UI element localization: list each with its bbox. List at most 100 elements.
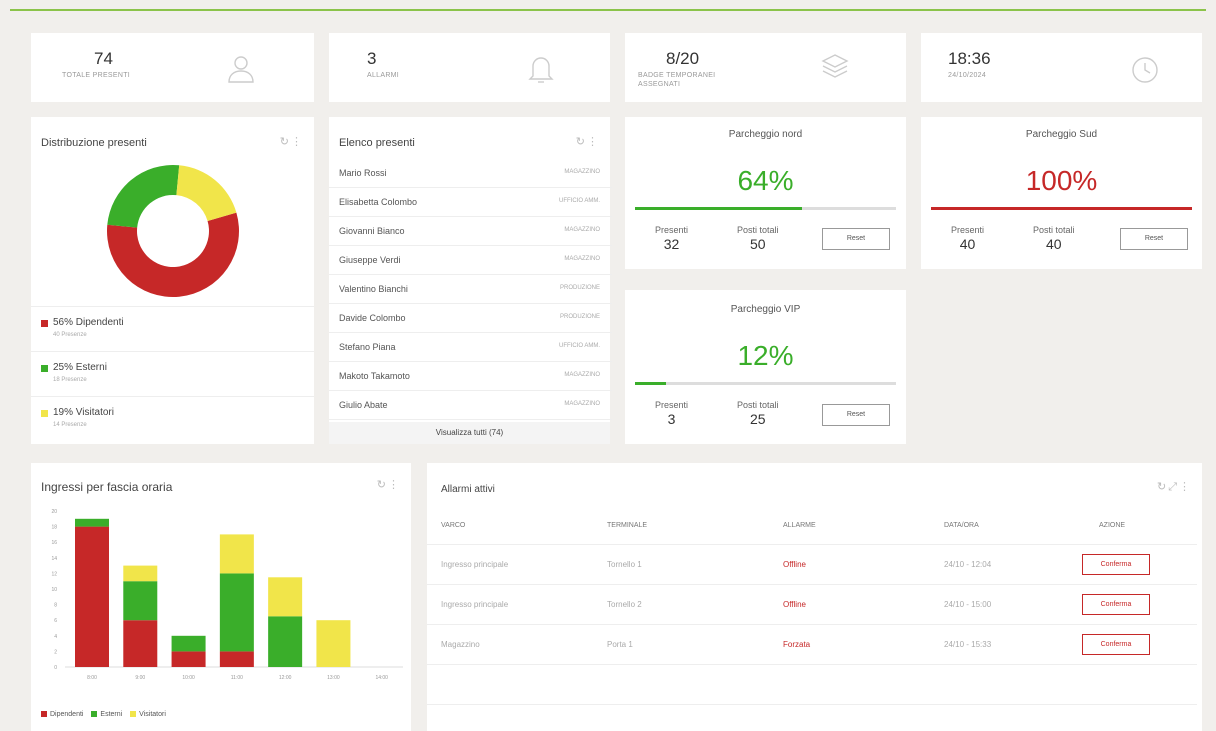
parking-card-vip: Parcheggio VIP 12% Presenti 3 Posti total… [625,290,906,444]
parking-percent: 100% [1025,165,1098,196]
reset-button[interactable]: Reset [822,228,890,250]
table-row: Ingresso principale Tornello 2 Offline 2… [427,584,1197,624]
kpi-label: TOTALE PRESENTI [62,72,131,79]
parking-total-stat: Posti totali 50 [737,225,779,252]
table-row-empty [427,704,1197,731]
donut-slice [176,165,237,221]
refresh-icon[interactable]: ↻ [280,136,291,148]
cell-gate: Ingresso principale [441,560,509,569]
legend-swatch [41,320,48,327]
more-icon[interactable]: ⋮ [587,136,600,148]
refresh-icon[interactable]: ↻ [377,479,388,491]
more-icon[interactable]: ⋮ [291,136,304,148]
confirm-button[interactable]: Conferma [1082,594,1150,615]
card-title: Distribuzione presenti [41,137,147,149]
y-tick-label: 2 [54,649,57,655]
stat-label: Posti totali [737,400,779,410]
stat-value: 3 [667,411,676,427]
list-item[interactable]: Giovanni Bianco MAGAZZINO [329,217,612,246]
reset-button[interactable]: Reset [1120,228,1188,250]
kpi-value: 3 [367,49,377,68]
person-role: MAGAZZINO [564,372,600,378]
person-role: PRODUZIONE [559,285,600,291]
legend-sublabel: 14 Presenze [53,422,87,428]
cell-datetime: 24/10 - 15:33 [944,640,992,649]
bar-segment [171,635,206,652]
bar-segment [268,577,303,617]
person-name: Davide Colombo [339,313,406,323]
refresh-icon[interactable]: ↻ [1157,481,1168,493]
list-item[interactable]: Elisabetta Colombo UFFICIO AMM. [329,188,612,217]
parking-card-sud: Parcheggio Sud 100% Presenti 40 Posti tot… [921,117,1202,269]
list-item[interactable]: Makoto Takamoto MAGAZZINO [329,362,612,391]
column-header: VARCO [441,522,466,529]
list-item[interactable]: Mario Rossi MAGAZZINO [329,159,612,188]
y-tick-label: 6 [54,618,57,624]
list-item[interactable]: Valentino Bianchi PRODUZIONE [329,275,612,304]
person-name: Giulio Abate [339,400,388,410]
parking-title: Parcheggio nord [728,129,803,140]
legend-sublabel: 40 Presenze [53,332,87,338]
parking-progress-bar [635,382,896,385]
card-tools: ↻⤢⋮ [1157,480,1192,494]
list-item[interactable]: Giuseppe Verdi MAGAZZINO [329,246,612,275]
parking-card-nord: Parcheggio nord 64% Presenti 32 Posti tot… [625,117,906,269]
list-item[interactable]: Stefano Piana UFFICIO AMM. [329,333,612,362]
stat-value: 32 [663,236,680,252]
view-all-link[interactable]: Visualizza tutti (74) [329,422,610,444]
kpi-card-time: 18:36 24/10/2024 [921,33,1202,102]
stat-value: 40 [959,236,976,252]
legend-label: 25% Esterni [53,362,107,373]
kpi-card-total-present: 74 TOTALE PRESENTI [31,33,314,102]
person-name: Mario Rossi [339,168,387,178]
parking-present-stat: Presenti 40 [951,225,984,252]
person-name: Valentino Bianchi [339,284,408,294]
more-icon[interactable]: ⋮ [388,479,401,491]
bar-segment [123,565,158,582]
card-tools: ↻⋮ [576,135,600,148]
kpi-value: 8/20 [666,49,700,68]
more-icon[interactable]: ⋮ [1179,481,1192,493]
kpi-label: 24/10/2024 [948,72,987,79]
legend-label: Visitatori [139,711,166,718]
cell-alarm-status: Forzata [783,640,811,649]
kpi-value: 74 [94,49,113,68]
parking-present-stat: Presenti 32 [655,225,688,252]
chart-title: Ingressi per fascia oraria [41,480,173,494]
bar-segment [219,573,254,652]
table-row-empty [427,664,1197,704]
cell-terminal: Porta 1 [607,640,633,649]
column-header: DATA/ORA [944,522,979,529]
card-title: Elenco presenti [339,137,415,149]
person-role: UFFICIO AMM. [559,343,600,349]
parking-percent: 12% [737,340,794,371]
legend-label: Dipendenti [50,711,84,718]
list-item[interactable]: Giulio Abate MAGAZZINO [329,391,612,420]
kpi-value: 18:36 [948,49,991,68]
bar-segment [219,534,254,574]
expand-icon[interactable]: ⤢ [1168,481,1179,493]
header-accent-line [10,9,1206,11]
x-tick-label: 13:00 [327,675,340,681]
legend-swatch [41,711,47,717]
layers-icon [821,54,849,78]
legend-swatch [41,365,48,372]
kpi-label: BADGE TEMPORANEI ASSEGNATI [638,72,716,88]
bell-icon [528,57,554,83]
x-tick-label: 11:00 [231,675,243,681]
kpi-card-alarms: 3 ALLARMI [329,33,610,102]
cell-alarm-status: Offline [783,560,806,569]
x-tick-label: 12:00 [279,675,292,681]
person-name: Giuseppe Verdi [339,255,401,265]
refresh-icon[interactable]: ↻ [576,136,587,148]
parking-percent: 64% [737,165,794,196]
confirm-button[interactable]: Conferma [1082,634,1150,655]
confirm-button[interactable]: Conferma [1082,554,1150,575]
legend-swatch [130,711,137,717]
table-row: Ingresso principale Tornello 1 Offline 2… [427,544,1197,584]
list-item[interactable]: Davide Colombo PRODUZIONE [329,304,612,333]
legend-sublabel: 18 Presenze [53,377,87,383]
reset-button[interactable]: Reset [822,404,890,426]
person-role: PRODUZIONE [559,314,600,320]
cell-alarm-status: Offline [783,600,806,609]
